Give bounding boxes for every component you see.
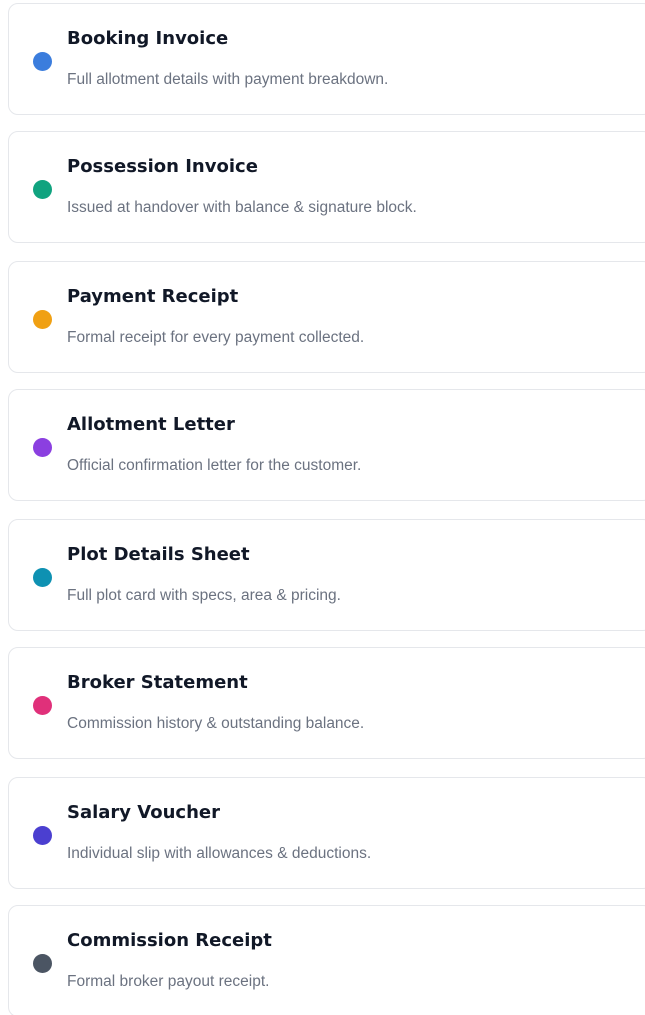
dot-icon <box>33 180 52 199</box>
document-description: Full allotment details with payment brea… <box>67 71 389 88</box>
document-title: Allotment Letter <box>67 414 235 435</box>
dot-icon <box>33 954 52 973</box>
dot-icon <box>33 52 52 71</box>
document-card-booking-invoice[interactable]: Booking Invoice Full allotment details w… <box>8 3 645 115</box>
document-title: Booking Invoice <box>67 28 229 49</box>
document-description: Full plot card with specs, area & pricin… <box>67 587 341 604</box>
dot-icon <box>33 310 52 329</box>
document-card-salary-voucher[interactable]: Salary Voucher Individual slip with allo… <box>8 777 645 889</box>
document-title: Plot Details Sheet <box>67 544 250 565</box>
dot-icon <box>33 696 52 715</box>
document-description: Formal broker payout receipt. <box>67 973 270 990</box>
document-title: Broker Statement <box>67 672 248 693</box>
document-card-possession-invoice[interactable]: Possession Invoice Issued at handover wi… <box>8 131 645 243</box>
document-card-payment-receipt[interactable]: Payment Receipt Formal receipt for every… <box>8 261 645 373</box>
document-title: Payment Receipt <box>67 286 239 307</box>
dot-icon <box>33 568 52 587</box>
dot-icon <box>33 438 52 457</box>
document-card-plot-details-sheet[interactable]: Plot Details Sheet Full plot card with s… <box>8 519 645 631</box>
document-card-allotment-letter[interactable]: Allotment Letter Official confirmation l… <box>8 389 645 501</box>
dot-icon <box>33 826 52 845</box>
document-list: Booking Invoice Full allotment details w… <box>0 0 645 1015</box>
document-title: Commission Receipt <box>67 930 272 951</box>
document-description: Formal receipt for every payment collect… <box>67 329 365 346</box>
document-description: Commission history & outstanding balance… <box>67 715 365 732</box>
document-description: Individual slip with allowances & deduct… <box>67 845 372 862</box>
document-title: Possession Invoice <box>67 156 258 177</box>
document-card-broker-statement[interactable]: Broker Statement Commission history & ou… <box>8 647 645 759</box>
document-card-commission-receipt[interactable]: Commission Receipt Formal broker payout … <box>8 905 645 1015</box>
document-description: Issued at handover with balance & signat… <box>67 199 417 216</box>
document-description: Official confirmation letter for the cus… <box>67 457 362 474</box>
document-title: Salary Voucher <box>67 802 220 823</box>
